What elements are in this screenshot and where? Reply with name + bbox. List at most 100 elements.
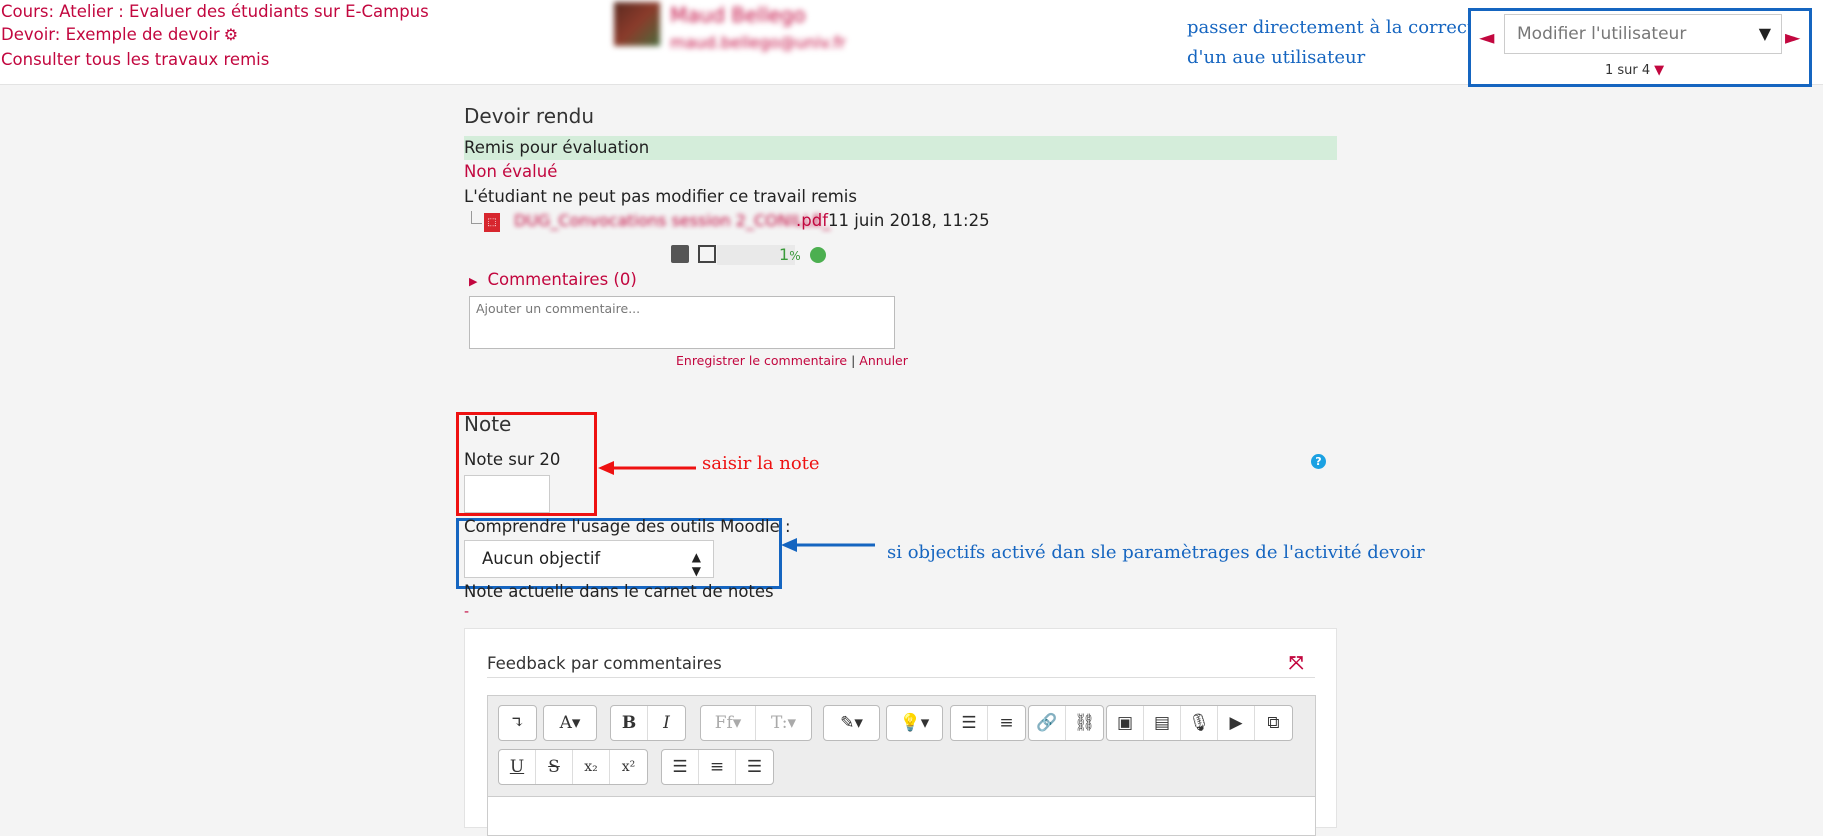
grade-title: Note — [464, 412, 512, 436]
submission-status: Remis pour évaluation — [464, 136, 1337, 160]
next-user-arrow-icon[interactable]: ► — [1785, 25, 1800, 49]
align-left-icon[interactable]: ☰ — [662, 750, 699, 784]
submission-title: Devoir rendu — [464, 104, 595, 128]
outcome-select[interactable]: Aucun objectif ▲ ▼ — [464, 540, 714, 578]
toolbar-toggle-icon[interactable]: ↴ — [499, 706, 536, 740]
video-icon[interactable]: ▶ — [1218, 706, 1255, 740]
font-size-icon[interactable]: T:▾ — [756, 706, 811, 740]
caret-right-icon: ▶ — [469, 275, 478, 288]
text-color-icon[interactable]: ✎▾ — [824, 706, 879, 740]
copy-icon[interactable]: ⧉ — [1255, 706, 1292, 740]
grade-label: Note sur 20 — [464, 450, 561, 469]
toolbar-group-font: Ff▾ T:▾ — [700, 705, 812, 741]
comment-actions: Enregistrer le commentaire | Annuler — [676, 353, 908, 368]
editor-toolbar: ↴ A▾ B I Ff▾ T:▾ ✎▾ 💡▾ ☰ ≡ 🔗 ⛓ ▣ ▤ 🎙 ▶ ⧉… — [487, 695, 1316, 797]
align-right-icon[interactable]: ☰ — [736, 750, 773, 784]
comment-placeholder: Ajouter un commentaire... — [476, 301, 641, 316]
bullet-list-icon[interactable]: ☰ — [951, 706, 988, 740]
file-icon[interactable]: ▤ — [1144, 706, 1181, 740]
paragraph-style-icon[interactable]: A▾ — [544, 706, 596, 740]
select-arrows-icon: ▲ ▼ — [691, 550, 701, 578]
unlink-icon[interactable]: ⛓ — [1066, 706, 1103, 740]
comments-toggle[interactable]: ▶ Commentaires (0) — [469, 270, 637, 289]
microphone-icon[interactable]: 🎙 — [1181, 706, 1218, 740]
italic-icon[interactable]: I — [648, 706, 685, 740]
file-tree-line — [471, 211, 482, 224]
caret-down-icon: ▼ — [1758, 24, 1771, 43]
save-comment-link[interactable]: Enregistrer le commentaire — [676, 353, 847, 368]
font-family-icon[interactable]: Ff▾ — [701, 706, 756, 740]
lock-note: L'étudiant ne peut pas modifier ce trava… — [464, 187, 857, 206]
underline-icon[interactable]: U — [499, 750, 536, 784]
outcome-value: Aucun objectif — [482, 549, 601, 568]
assignment-link-wrap: Devoir: Exemple de devoir ⚙ — [1, 25, 238, 44]
file-date: 11 juin 2018, 11:25 — [828, 211, 990, 230]
comment-actions-separator: | — [851, 353, 856, 368]
subscript-icon[interactable]: x₂ — [573, 750, 610, 784]
gradebook-label: Note actuelle dans le carnet de notes — [464, 582, 774, 601]
plagiarism-tool-icon[interactable] — [671, 245, 689, 263]
toolbar-group-align: ☰ ≡ ☰ — [661, 749, 774, 785]
toolbar-group-lists: ☰ ≡ — [950, 705, 1026, 741]
assignment-link[interactable]: Devoir: Exemple de devoir — [1, 25, 220, 44]
toolbar-group-collapse: ↴ — [498, 705, 537, 741]
toolbar-group-textdeco: U S x₂ x² — [498, 749, 648, 785]
feedback-divider — [487, 677, 1315, 678]
plagiarism-status-dot-icon — [810, 247, 826, 263]
avatar[interactable] — [614, 2, 660, 46]
plagiarism-score[interactable]: 1% — [779, 245, 801, 264]
help-icon[interactable]: ? — [1311, 454, 1326, 469]
user-name[interactable]: Maud Bellego — [670, 3, 806, 27]
plagiarism-score-unit: % — [789, 249, 801, 263]
toolbar-group-color: ✎▾ — [823, 705, 880, 741]
file-extension[interactable]: .pdf — [796, 211, 828, 230]
toolbar-group-tips: 💡▾ — [886, 705, 943, 741]
user-count-text: 1 sur 4 — [1605, 63, 1651, 78]
submission-status-text: Remis pour évaluation — [464, 138, 650, 157]
comment-input[interactable]: Ajouter un commentaire... — [469, 296, 895, 349]
plagiarism-score-value: 1 — [779, 245, 790, 264]
previous-user-arrow-icon[interactable]: ◄ — [1479, 25, 1494, 49]
user-navigation-box: ◄ Modifier l'utilisateur ▼ ► 1 sur 4 ▼ — [1468, 8, 1812, 87]
align-center-icon[interactable]: ≡ — [699, 750, 736, 784]
pdf-file-icon: ⬚ — [484, 213, 500, 232]
feedback-editor[interactable] — [487, 796, 1316, 836]
link-icon[interactable]: 🔗 — [1029, 706, 1066, 740]
grading-status: Non évalué — [464, 162, 558, 181]
toolbar-group-media: ▣ ▤ 🎙 ▶ ⧉ — [1106, 705, 1293, 741]
user-selector-placeholder: Modifier l'utilisateur — [1517, 24, 1687, 44]
filter-icon[interactable]: ▼ — [1654, 63, 1664, 78]
numbered-list-icon[interactable]: ≡ — [988, 706, 1025, 740]
blue-arrow-icon — [781, 538, 875, 552]
comments-label: Commentaires (0) — [487, 270, 637, 289]
image-icon[interactable]: ▣ — [1107, 706, 1144, 740]
toolbar-group-links: 🔗 ⛓ — [1028, 705, 1104, 741]
bold-icon[interactable]: B — [611, 706, 648, 740]
gradebook-value: - — [464, 604, 470, 620]
user-selector[interactable]: Modifier l'utilisateur ▼ — [1504, 14, 1782, 54]
strikethrough-icon[interactable]: S — [536, 750, 573, 784]
file-meta: .pdf11 juin 2018, 11:25 — [796, 211, 990, 230]
red-arrow-icon — [598, 461, 696, 475]
course-link[interactable]: Cours: Atelier : Evaluer des étudiants s… — [1, 2, 429, 21]
annotation-change-user-1: passer directement à la correction — [1187, 17, 1503, 38]
gear-icon[interactable]: ⚙ — [224, 25, 238, 44]
file-name-link[interactable]: DUG_Convocations session 2_CONILLE_ — [514, 211, 830, 230]
toolbar-group-style: A▾ — [543, 705, 597, 741]
annotation-outcome: si objectifs activé dan sle paramètrages… — [887, 542, 1425, 563]
feedback-panel: Feedback par commentaires ⤧ ↴ A▾ B I Ff▾… — [464, 628, 1337, 836]
grade-input[interactable] — [464, 475, 550, 513]
expand-icon[interactable]: ⤧ — [1289, 653, 1303, 674]
feedback-title: Feedback par commentaires — [487, 654, 722, 673]
plagiarism-report-icon[interactable] — [698, 245, 716, 263]
view-all-submissions-link[interactable]: Consulter tous les travaux remis — [1, 50, 269, 69]
outcome-label: Comprendre l'usage des outils Moodle : — [464, 517, 791, 536]
cancel-comment-link[interactable]: Annuler — [859, 353, 908, 368]
toolbar-group-format: B I — [610, 705, 686, 741]
annotation-grade: saisir la note — [702, 453, 820, 474]
user-email: maud.bellego@univ.fr — [670, 33, 846, 52]
superscript-icon[interactable]: x² — [610, 750, 647, 784]
user-count: 1 sur 4 ▼ — [1605, 63, 1664, 78]
annotation-change-user-2: d'un aue utilisateur — [1187, 47, 1366, 68]
lightbulb-icon[interactable]: 💡▾ — [887, 706, 942, 740]
